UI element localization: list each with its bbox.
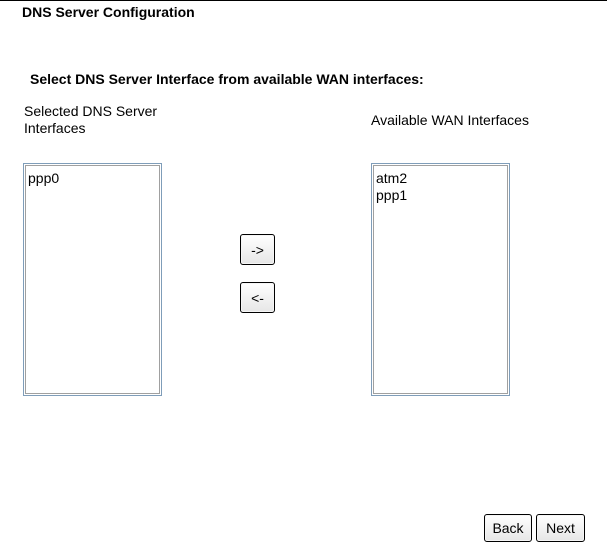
selected-interfaces-label: Selected DNS Server Interfaces: [24, 103, 158, 136]
remove-interface-button[interactable]: <-: [240, 282, 275, 313]
back-button[interactable]: Back: [484, 514, 532, 542]
next-button[interactable]: Next: [536, 514, 585, 542]
page-title: DNS Server Configuration: [22, 4, 195, 20]
available-interface-option[interactable]: atm2: [376, 170, 505, 187]
top-divider: [0, 0, 607, 1]
instruction-text: Select DNS Server Interface from availab…: [30, 71, 424, 87]
available-interfaces-label: Available WAN Interfaces: [371, 112, 529, 128]
selected-interface-option[interactable]: ppp0: [28, 170, 157, 187]
available-interface-option[interactable]: ppp1: [376, 187, 505, 204]
selected-interfaces-listbox[interactable]: ppp0: [23, 163, 162, 396]
add-interface-button[interactable]: ->: [240, 234, 275, 265]
available-interfaces-listbox[interactable]: atm2 ppp1: [371, 163, 510, 396]
